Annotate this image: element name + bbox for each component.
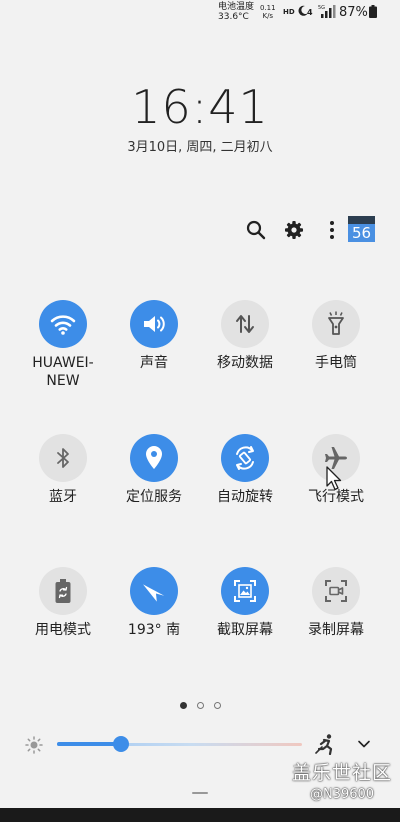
battery-temperature: 电池温度 33.6°C — [218, 2, 254, 22]
network-speed: 0.11 K/s — [260, 4, 276, 20]
tile-label: 截取屏幕 — [217, 622, 273, 638]
tile-compass[interactable]: 193° 南 — [109, 567, 199, 639]
screen-record-icon — [325, 580, 347, 602]
tile-label: HUAWEI- NEW — [32, 355, 94, 389]
battery-temp-label: 电池温度 — [218, 2, 255, 12]
compass-icon — [143, 584, 165, 602]
power-mode-icon — [55, 579, 71, 603]
battery-temp-value: 33.6°C — [218, 12, 249, 22]
page-dot-2[interactable] — [196, 702, 204, 709]
brightness-icon — [25, 736, 43, 754]
tile-label: 录制屏幕 — [308, 622, 364, 638]
screenshot-toggle[interactable] — [221, 567, 269, 615]
tile-screen-recorder[interactable]: 录制屏幕 — [291, 567, 381, 639]
wifi-toggle[interactable] — [39, 300, 87, 348]
clock-time: 16:41 — [131, 80, 269, 134]
chevron-down-icon[interactable] — [356, 736, 372, 752]
brightness-slider-thumb[interactable] — [112, 736, 129, 752]
bluetooth-icon — [57, 448, 69, 468]
hd-indicator: HD — [283, 8, 295, 16]
sound-toggle[interactable] — [130, 300, 178, 348]
tile-flashlight[interactable]: 手电筒 — [291, 300, 381, 372]
tile-label: 移动数据 — [217, 355, 273, 371]
page-dot-3[interactable] — [213, 702, 221, 709]
signal-icon: 5G — [318, 5, 336, 18]
wifi-icon — [50, 315, 76, 335]
tile-power-mode[interactable]: 用电模式 — [18, 567, 108, 639]
flashlight-icon — [328, 311, 344, 335]
flashlight-toggle[interactable] — [312, 300, 360, 348]
tile-screenshot[interactable]: 截取屏幕 — [200, 567, 290, 639]
watermark-user: @N39600 — [310, 787, 375, 802]
watermark-title: 盖乐世社区 — [292, 762, 393, 784]
screenshot-icon — [234, 580, 256, 602]
tile-sound[interactable]: 声音 — [109, 300, 199, 372]
more-options-icon[interactable] — [321, 219, 343, 241]
bottom-bar — [0, 808, 400, 822]
bluetooth-toggle[interactable] — [39, 434, 87, 482]
network-type-label: 4 — [307, 8, 313, 17]
location-toggle[interactable] — [130, 434, 178, 482]
network-speed-value: 0.11 — [260, 4, 276, 12]
tile-label: 声音 — [140, 355, 168, 371]
mobile-data-toggle[interactable] — [221, 300, 269, 348]
notification-badge[interactable]: 56 — [348, 216, 375, 242]
gear-icon[interactable] — [283, 219, 305, 241]
tile-mobile-data[interactable]: 移动数据 — [200, 300, 290, 372]
drag-handle[interactable] — [192, 792, 208, 794]
power-mode-toggle[interactable] — [39, 567, 87, 615]
auto-rotate-icon — [236, 446, 254, 470]
location-icon — [146, 446, 162, 469]
svg-text:5G: 5G — [318, 5, 325, 11]
page-dot-1[interactable] — [179, 702, 187, 709]
status-bar: 电池温度 33.6°C 0.11 K/s HD 4 5G 87% — [0, 0, 400, 26]
mouse-cursor-icon — [326, 466, 342, 491]
compass-toggle[interactable] — [130, 567, 178, 615]
badge-count: 56 — [348, 224, 375, 242]
search-icon[interactable] — [245, 219, 267, 241]
tile-location[interactable]: 定位服务 — [109, 434, 199, 506]
battery-icon — [369, 5, 377, 18]
tile-label: 自动旋转 — [217, 489, 273, 505]
auto-rotate-toggle[interactable] — [221, 434, 269, 482]
mobile-data-icon — [236, 315, 254, 333]
tile-label: 手电筒 — [315, 355, 357, 371]
tile-auto-rotate[interactable]: 自动旋转 — [200, 434, 290, 506]
clock-date: 3月10日, 周四, 二月初八 — [127, 140, 273, 155]
tile-label: 用电模式 — [35, 622, 91, 638]
tile-wifi[interactable]: HUAWEI- NEW — [18, 300, 108, 390]
adaptive-brightness-icon[interactable] — [315, 733, 337, 755]
network-speed-unit: K/s — [262, 12, 274, 20]
tile-label: 蓝牙 — [49, 489, 77, 505]
tile-bluetooth[interactable]: 蓝牙 — [18, 434, 108, 506]
volume-icon — [144, 316, 165, 332]
page-indicator — [0, 702, 400, 709]
screen-recorder-toggle[interactable] — [312, 567, 360, 615]
brightness-slider-fill — [57, 742, 121, 746]
tile-label: 定位服务 — [126, 489, 182, 505]
tile-label: 193° 南 — [127, 622, 181, 638]
battery-percent: 87% — [339, 5, 368, 20]
